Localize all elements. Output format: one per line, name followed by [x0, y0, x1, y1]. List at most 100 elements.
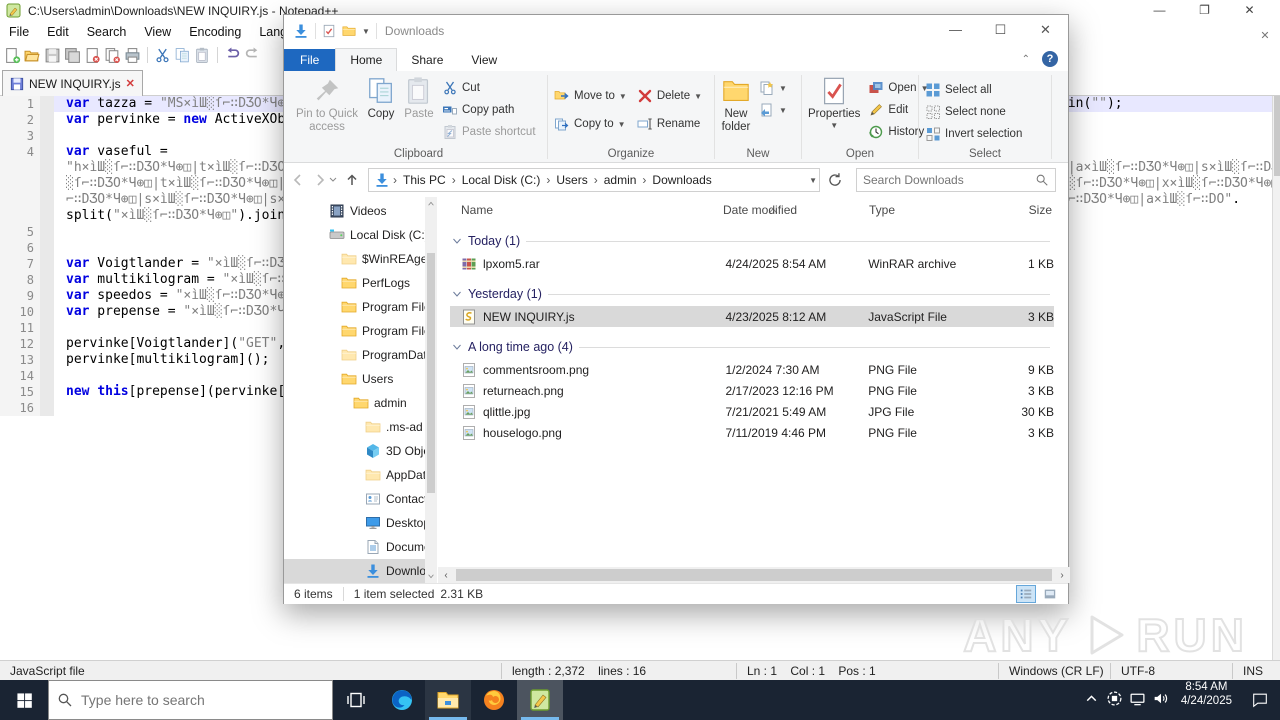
details-view-button[interactable]: [1016, 585, 1036, 603]
file-row-lpxom5-rar[interactable]: lpxom5.rar 4/24/2025 8:54 AM WinRAR archiv…: [450, 253, 1054, 274]
crumb-this-pc[interactable]: This PC: [397, 173, 452, 187]
column-date-modified[interactable]: Date modified: [723, 203, 797, 217]
copy-button[interactable]: Copy: [362, 73, 400, 124]
sidebar-item-program-files[interactable]: Program Files: [284, 295, 425, 319]
taskbar-npp-button[interactable]: [517, 680, 563, 720]
tray-volume-button[interactable]: [1152, 690, 1169, 710]
cut-icon[interactable]: [154, 47, 171, 64]
paste-icon[interactable]: [194, 47, 211, 64]
copy-to-button[interactable]: Copy to ▼: [550, 113, 631, 135]
close-all-icon[interactable]: [104, 47, 121, 64]
close-tab-icon[interactable]: ✕: [126, 77, 135, 90]
explorer-search-input[interactable]: [863, 173, 1035, 187]
invert-selection-button[interactable]: Invert selection: [921, 123, 1026, 145]
taskbar-edge-button[interactable]: [379, 680, 425, 720]
save-all-icon[interactable]: [64, 47, 81, 64]
undo-icon[interactable]: [224, 47, 241, 64]
taskbar-search[interactable]: [48, 680, 333, 720]
sidebar-item-3d-objects[interactable]: 3D Objects: [284, 439, 425, 463]
copy-path-button[interactable]: Copy path: [438, 99, 540, 121]
explorer-titlebar[interactable]: ▼ Downloads — ☐ ✕: [284, 15, 1068, 47]
sidebar-scrollbar[interactable]: [425, 197, 437, 583]
file-row-returneach-png[interactable]: returneach.png 2/17/2023 12:16 PM PNG File…: [450, 380, 1054, 401]
rename-button[interactable]: Rename: [633, 113, 706, 135]
explorer-minimize-icon[interactable]: —: [933, 15, 978, 44]
crumb-downloads[interactable]: Downloads: [646, 173, 717, 187]
group-header[interactable]: Yesterday (1): [438, 282, 1070, 306]
tray-chevronup-button[interactable]: [1083, 690, 1100, 710]
back-icon[interactable]: [290, 172, 306, 188]
paste-button[interactable]: Paste: [400, 73, 438, 124]
crumb-users[interactable]: Users: [550, 173, 593, 187]
file-row-new-inquiry-js[interactable]: NEW INQUIRY.js 4/23/2025 8:12 AM JavaScrip…: [450, 306, 1054, 327]
editor-vscrollbar[interactable]: [1272, 96, 1280, 660]
copy-icon[interactable]: [174, 47, 191, 64]
search-icon[interactable]: [1035, 173, 1049, 187]
pin-to-quick-access-button[interactable]: Pin to Quick access: [292, 73, 362, 137]
menu-edit[interactable]: Edit: [38, 23, 78, 41]
npp-doc-close-icon[interactable]: ✕: [1258, 28, 1272, 42]
sidebar-item--ms-ad[interactable]: .ms-ad: [284, 415, 425, 439]
npp-restore-icon[interactable]: ❐: [1182, 0, 1227, 20]
explorer-search[interactable]: [856, 168, 1056, 192]
npp-close-icon[interactable]: ✕: [1227, 0, 1272, 20]
sidebar-item-perflogs[interactable]: PerfLogs: [284, 271, 425, 295]
group-header[interactable]: A long time ago (4): [438, 335, 1070, 359]
npp-minimize-icon[interactable]: —: [1137, 0, 1182, 20]
menu-view[interactable]: View: [135, 23, 180, 41]
sidebar-item-programdata[interactable]: ProgramData: [284, 343, 425, 367]
select-none-button[interactable]: Select none: [921, 101, 1026, 123]
qat-dropdown-icon[interactable]: ▼: [362, 27, 370, 36]
scroll-down-icon[interactable]: [425, 569, 437, 583]
file-row-commentsroom-png[interactable]: commentsroom.png 1/2/2024 7:30 AM PNG File…: [450, 359, 1054, 380]
sidebar-item-videos[interactable]: Videos: [284, 199, 425, 223]
recent-locations-icon[interactable]: [328, 175, 338, 185]
tab-view[interactable]: View: [457, 49, 511, 71]
menu-search[interactable]: Search: [78, 23, 136, 41]
breadcrumb[interactable]: › This PC › Local Disk (C:) › Users › admin › Dow…: [368, 168, 820, 192]
breadcrumb-dropdown-icon[interactable]: ▼: [809, 176, 817, 185]
sidebar-item-documents[interactable]: Documents: [284, 535, 425, 559]
scroll-right-icon[interactable]: ›: [1054, 567, 1070, 583]
properties-button[interactable]: Properties ▼: [804, 73, 864, 133]
sidebar-item-contacts[interactable]: Contacts: [284, 487, 425, 511]
sidebar-item-desktop[interactable]: Desktop: [284, 511, 425, 535]
close-doc-icon[interactable]: [84, 47, 101, 64]
tab-new-inquiry-js[interactable]: NEW INQUIRY.js ✕: [2, 70, 143, 96]
easyaccess-button[interactable]: ▼: [755, 99, 791, 121]
new-folder-qat-icon[interactable]: [342, 24, 356, 38]
column-name[interactable]: Name: [461, 203, 493, 217]
tray-vmtray-button[interactable]: [1106, 690, 1123, 710]
column-size[interactable]: Size: [994, 203, 1052, 217]
sidebar-item-users[interactable]: Users: [284, 367, 425, 391]
horizontal-scrollbar[interactable]: ‹ ›: [438, 567, 1070, 583]
tab-home[interactable]: Home: [335, 48, 398, 71]
tab-file[interactable]: File: [284, 49, 336, 71]
save-icon[interactable]: [44, 47, 61, 64]
thumbnail-view-button[interactable]: [1040, 585, 1060, 603]
taskbar-taskview-button[interactable]: [333, 680, 379, 720]
sidebar-item-program-files[interactable]: Program Files: [284, 319, 425, 343]
file-row-qlittle-jpg[interactable]: qlittle.jpg 7/21/2021 5:49 AM JPG File 30 K…: [450, 401, 1054, 422]
tab-share[interactable]: Share: [397, 49, 457, 71]
refresh-icon[interactable]: [826, 171, 844, 189]
taskbar-search-input[interactable]: [81, 692, 324, 708]
crumb-admin[interactable]: admin: [598, 173, 643, 187]
properties-qat-icon[interactable]: [322, 24, 336, 38]
paste-shortcut-button[interactable]: Paste shortcut: [438, 121, 540, 143]
new-doc-icon[interactable]: [4, 47, 21, 64]
new-folder-button[interactable]: New folder: [717, 73, 755, 137]
explorer-maximize-icon[interactable]: ☐: [978, 15, 1023, 44]
move-to-button[interactable]: Move to ▼: [550, 85, 631, 107]
crumb-local-disk-c-[interactable]: Local Disk (C:): [456, 173, 547, 187]
scroll-left-icon[interactable]: ‹: [438, 567, 454, 583]
column-type[interactable]: Type: [869, 203, 895, 217]
ribbon-collapse-icon[interactable]: ⌃: [1022, 54, 1030, 65]
print-icon[interactable]: [124, 47, 141, 64]
scroll-up-icon[interactable]: [425, 197, 437, 211]
group-header[interactable]: Today (1): [438, 229, 1070, 253]
menu-file[interactable]: File: [0, 23, 38, 41]
start-button[interactable]: [0, 680, 48, 720]
sidebar-item-local-disk-c-[interactable]: Local Disk (C:): [284, 223, 425, 247]
tray-network-button[interactable]: [1129, 690, 1146, 710]
